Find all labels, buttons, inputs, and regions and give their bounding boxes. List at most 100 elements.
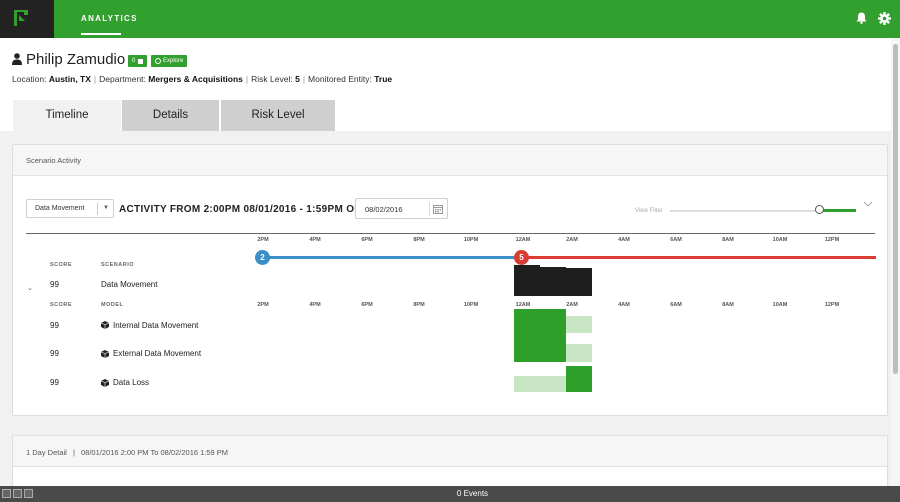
scenario-select[interactable]: Data Movement ▼ — [26, 199, 114, 218]
time-tick-label: 10AM — [772, 302, 788, 308]
count-badge-value: 0 — [132, 58, 136, 64]
card-header: 1 Day Detail | 08/01/2016 2:00 PM To 08/… — [13, 436, 887, 467]
chevron-down-icon: ▼ — [103, 205, 109, 211]
time-tick-label: 12AM — [515, 237, 531, 243]
date-picker[interactable]: 08/02/2016 — [355, 198, 448, 219]
model-score: 99 — [50, 378, 59, 387]
model-name[interactable]: External Data Movement — [113, 349, 201, 358]
heatmap-cell[interactable] — [514, 376, 540, 392]
day-detail-title: 1 Day Detail | 08/01/2016 2:00 PM To 08/… — [26, 448, 228, 457]
time-tick-label: 8AM — [722, 237, 734, 243]
view-filter-slider-handle[interactable] — [815, 205, 824, 214]
document-icon — [138, 58, 144, 64]
count-badge[interactable]: 0 — [128, 55, 148, 67]
card-title: Scenario Activity — [26, 156, 82, 165]
heatmap-cell[interactable] — [566, 366, 592, 392]
profile-meta: Location: Austin, TX | Department: Mergers… — [12, 74, 393, 84]
cube-icon — [101, 350, 109, 358]
model-score: 99 — [50, 321, 59, 330]
time-tick-label: 4AM — [618, 302, 630, 308]
score-header-model: SCORE — [50, 302, 73, 308]
scenario-score: 99 — [50, 280, 59, 289]
day-detail-label: 1 Day Detail — [26, 448, 67, 457]
timeline-range-end — [521, 256, 876, 259]
activity-title: ACTIVITY FROM 2:00PM 08/01/2016 - 1:59PM… — [119, 204, 362, 215]
time-tick-label: 6AM — [670, 302, 682, 308]
time-tick-label: 2AM — [566, 237, 578, 243]
time-tick-label: 6PM — [361, 237, 373, 243]
app-title-tab[interactable]: ANALYTICS — [81, 14, 138, 23]
time-tick-label: 4PM — [309, 302, 321, 308]
heatmap-cell[interactable] — [566, 344, 592, 362]
time-tick-label: 6PM — [361, 302, 373, 308]
model-header: MODEL — [101, 302, 124, 308]
tab-risk-level[interactable]: Risk Level — [221, 100, 335, 131]
time-tick-label: 10AM — [772, 237, 788, 243]
heatmap-cell[interactable] — [566, 316, 592, 333]
timeline-marker-end[interactable]: 5 — [514, 250, 529, 265]
heatmap-cell[interactable] — [514, 265, 540, 296]
risk-level-value: 5 — [295, 74, 300, 84]
bottom-status-bar: 0 Events — [0, 486, 900, 502]
time-tick-label: 4PM — [309, 237, 321, 243]
scenario-select-value: Data Movement — [35, 205, 85, 212]
events-count[interactable]: 0 Events — [0, 489, 900, 498]
heatmap-cell[interactable] — [566, 268, 592, 296]
time-tick-label: 8AM — [722, 302, 734, 308]
heatmap-cell[interactable] — [540, 333, 566, 362]
logo-icon — [14, 10, 28, 26]
vertical-scrollbar[interactable] — [891, 38, 900, 486]
gear-icon[interactable] — [878, 12, 891, 25]
timeline-marker-start[interactable]: 2 — [255, 250, 270, 265]
time-tick-label: 12AM — [515, 302, 531, 308]
location-value: Austin, TX — [48, 74, 91, 84]
day-detail-separator: | — [72, 448, 75, 457]
bell-icon[interactable] — [856, 12, 867, 24]
model-name[interactable]: Data Loss — [113, 378, 149, 387]
explore-button[interactable]: Explore — [151, 55, 188, 67]
time-tick-label: 10PM — [463, 302, 479, 308]
cube-icon — [101, 379, 109, 387]
chevron-down-icon[interactable] — [863, 201, 873, 208]
scenario-header: SCENARIO — [101, 262, 135, 268]
heatmap-cell[interactable] — [540, 376, 566, 392]
cube-icon — [101, 321, 109, 329]
view-filter-label: View Filter — [635, 208, 663, 214]
time-tick-label: 10PM — [463, 237, 479, 243]
person-name: Philip Zamudio — [26, 51, 126, 68]
tab-details[interactable]: Details — [122, 100, 219, 131]
time-tick-label: 12PM — [824, 237, 840, 243]
expand-caret-icon[interactable]: ⌄ — [27, 284, 33, 292]
time-tick-label: 12PM — [824, 302, 840, 308]
department-value: Mergers & Acquisitions — [148, 74, 243, 84]
active-tab-indicator — [81, 33, 121, 35]
calendar-icon[interactable] — [433, 204, 443, 214]
heatmap-cell[interactable] — [514, 309, 540, 333]
time-tick-label: 6AM — [670, 237, 682, 243]
date-value: 08/02/2016 — [365, 205, 403, 214]
card-header: Scenario Activity — [13, 145, 887, 176]
monitored-value: True — [374, 74, 393, 84]
heatmap-cell[interactable] — [514, 333, 540, 362]
heatmap-cell[interactable] — [540, 267, 566, 296]
explore-label: Explore — [163, 58, 184, 64]
heatmap-cell[interactable] — [540, 309, 566, 333]
timeline-range-start — [262, 256, 520, 259]
tab-timeline[interactable]: Timeline — [13, 100, 121, 131]
time-tick-label: 8PM — [413, 237, 425, 243]
scenario-name[interactable]: Data Movement — [101, 280, 157, 289]
model-name[interactable]: Internal Data Movement — [113, 321, 198, 330]
scrollbar-thumb[interactable] — [893, 44, 898, 374]
logo[interactable] — [0, 0, 54, 38]
time-tick-label: 2PM — [257, 302, 269, 308]
monitored-label: Monitored Entity: — [308, 74, 372, 84]
day-detail-range: 08/01/2016 2:00 PM To 08/02/2016 1:59 PM — [81, 448, 229, 457]
location-label: Location: — [12, 74, 47, 84]
risk-level-label: Risk Level: — [251, 74, 293, 84]
model-score: 99 — [50, 349, 59, 358]
top-navigation-bar: ANALYTICS — [0, 0, 900, 38]
time-tick-label: 4AM — [618, 237, 630, 243]
timeline-axis — [26, 233, 875, 234]
person-icon — [12, 53, 22, 65]
time-tick-label: 8PM — [413, 302, 425, 308]
